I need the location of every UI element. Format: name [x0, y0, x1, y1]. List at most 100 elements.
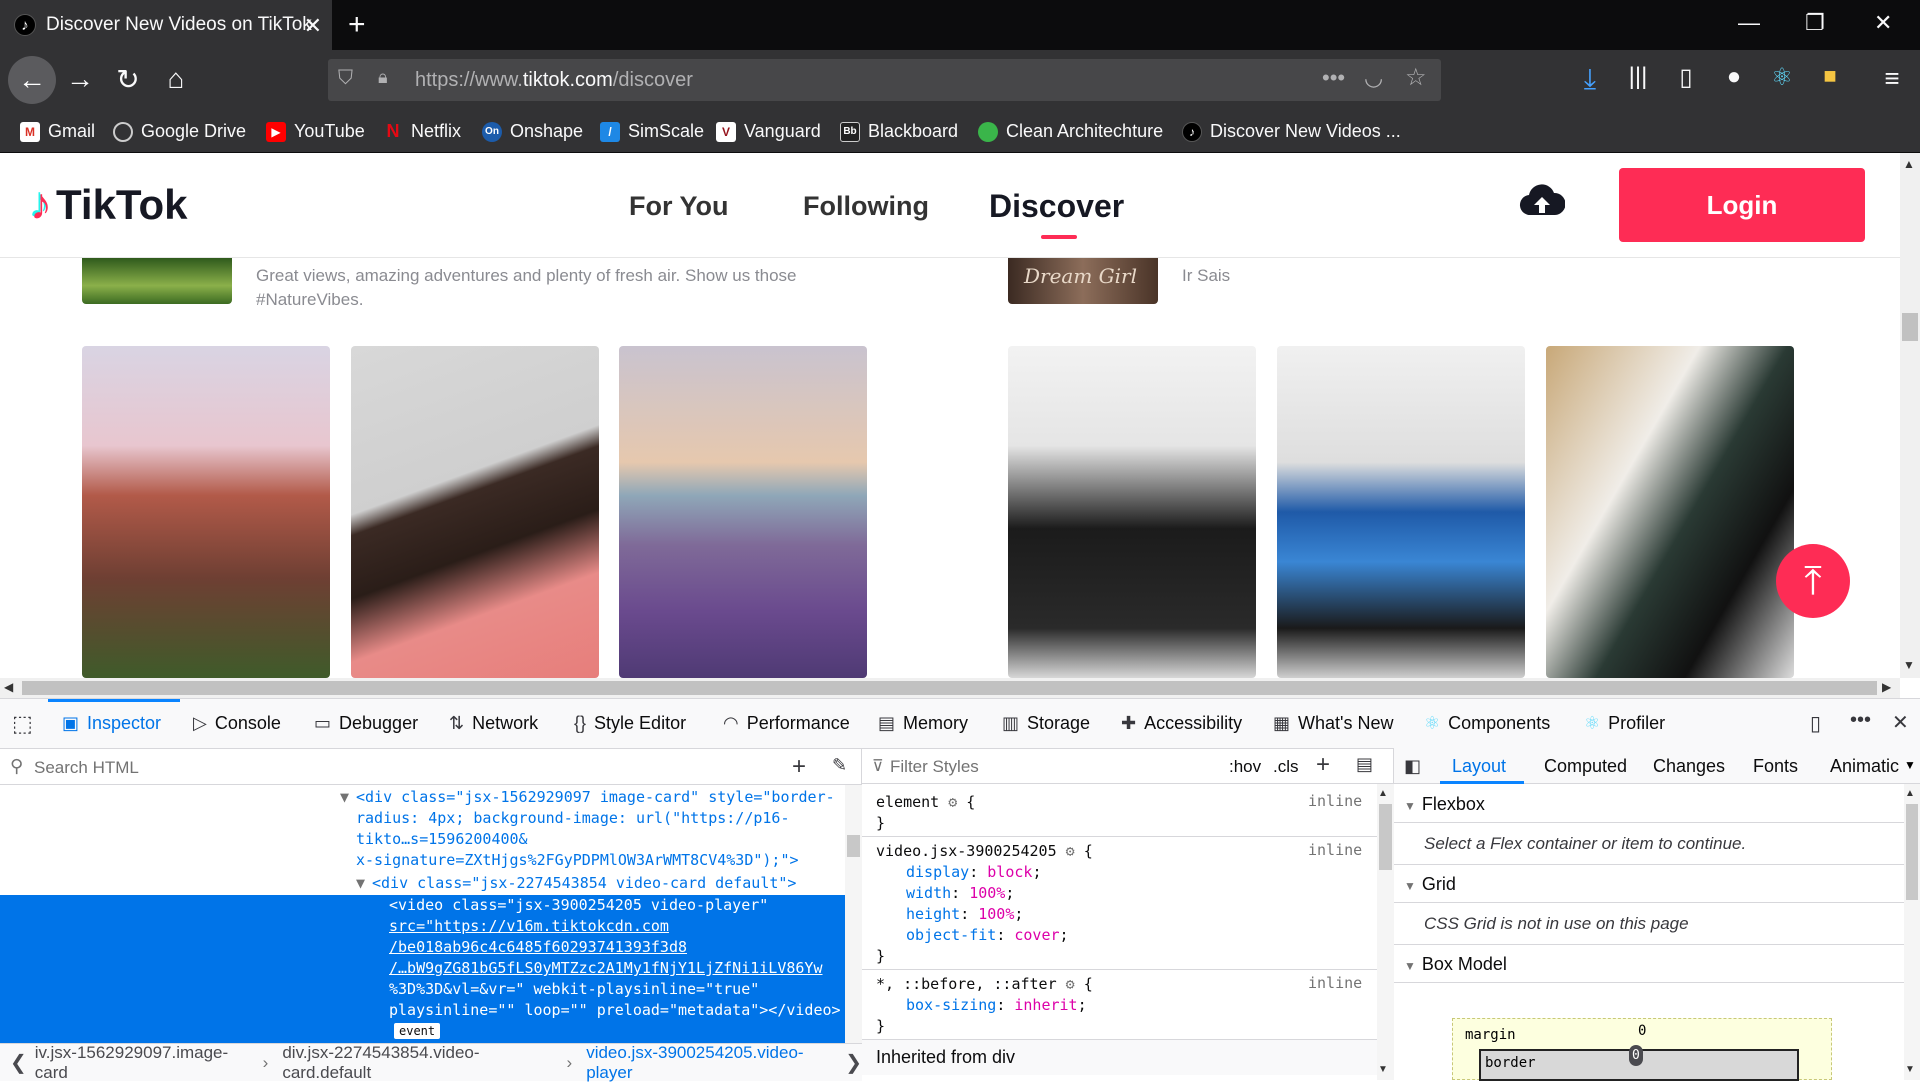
markup-scrollbar[interactable]	[845, 785, 862, 1043]
markup-line[interactable]: radius: 4px; background-image: url("http…	[356, 808, 789, 829]
close-window-button[interactable]: ✕	[1874, 10, 1892, 36]
search-html-input[interactable]: ⚲ Search HTML + ✎	[0, 749, 862, 785]
scroll-up-icon[interactable]: ▲	[1378, 788, 1388, 799]
reload-button[interactable]: ↻	[108, 63, 148, 96]
rule-video-selector[interactable]: video.jsx-3900254205 ⚙ {	[876, 841, 1093, 862]
react-devtools-icon[interactable]: ⚛	[1762, 63, 1802, 92]
scrollbar-thumb[interactable]	[22, 681, 1877, 695]
rules-scrollbar[interactable]: ▲ ▼	[1377, 784, 1394, 1080]
tab-fonts[interactable]: Fonts	[1753, 756, 1798, 777]
bookmark-google-drive[interactable]: Google Drive	[113, 121, 246, 142]
tab-animations[interactable]: Animatic	[1830, 756, 1899, 777]
css-declaration[interactable]: display: block;	[906, 862, 1041, 883]
breadcrumb-item[interactable]: video.jsx-3900254205.video-player	[586, 1043, 835, 1083]
tab-accessibility[interactable]: ✚ Accessibility	[1121, 713, 1242, 734]
tab-debugger[interactable]: ▭ Debugger	[314, 713, 418, 734]
selected-line[interactable]: /…bW9gZG81bG5fLS0yMTZzc2A1My1fNjY1LjZfNi…	[389, 958, 822, 979]
breadcrumb-right-icon[interactable]: ❯	[845, 1050, 862, 1075]
tab-inspector[interactable]: ▣ Inspector	[62, 713, 161, 734]
url-bar[interactable]: ⛉ 🔒︎ https://www.tiktok.com/discover •••…	[328, 59, 1441, 101]
page-horizontal-scrollbar[interactable]: ◀ ▶	[0, 678, 1900, 698]
selected-line[interactable]: src="https://v16m.tiktokcdn.com	[389, 916, 669, 937]
grid-section-header[interactable]: ▼ Grid	[1404, 874, 1456, 895]
pocket-icon[interactable]: ◡	[1364, 65, 1383, 91]
bookmark-tiktok-discover[interactable]: ♪ Discover New Videos ...	[1182, 121, 1401, 142]
tab-style-editor[interactable]: {} Style Editor	[574, 713, 686, 734]
toggle-pane-icon[interactable]: ◧	[1404, 756, 1421, 777]
scroll-up-icon[interactable]: ▲	[1903, 157, 1915, 171]
tab-computed[interactable]: Computed	[1544, 756, 1627, 777]
nav-following[interactable]: Following	[803, 191, 929, 222]
tab-components[interactable]: ⚛ Components	[1424, 713, 1550, 734]
breadcrumb-left-icon[interactable]: ❮	[10, 1050, 27, 1075]
breadcrumb-item[interactable]: div.jsx-2274543854.video-card.default	[282, 1043, 552, 1083]
add-node-icon[interactable]: +	[792, 753, 806, 781]
nav-for-you[interactable]: For You	[629, 191, 729, 222]
lock-icon[interactable]: 🔒︎	[378, 67, 388, 88]
border-top-value[interactable]: 0	[1629, 1045, 1643, 1066]
box-model-margin[interactable]: margin 0 border 0	[1452, 1018, 1832, 1081]
rule-element[interactable]: element ⚙ {	[876, 792, 975, 813]
forward-button[interactable]: →	[60, 63, 100, 95]
filter-styles-input[interactable]: ⊽ Filter Styles :hov .cls + ▤	[862, 748, 1394, 784]
video-card[interactable]	[1546, 346, 1794, 678]
video-card[interactable]	[82, 346, 330, 678]
scrollbar-thumb[interactable]	[1379, 804, 1392, 870]
home-button[interactable]: ⌂	[156, 63, 196, 95]
page-vertical-scrollbar[interactable]: ▲ ▼	[1900, 153, 1920, 678]
browser-tab[interactable]: ♪ Discover New Videos on TikTok ✕	[0, 0, 332, 50]
account-icon[interactable]: ●	[1714, 63, 1754, 91]
tab-layout[interactable]: Layout	[1452, 756, 1506, 777]
tab-changes[interactable]: Changes	[1653, 756, 1725, 777]
scrollbar-thumb[interactable]	[847, 835, 860, 857]
add-rule-icon[interactable]: +	[1316, 751, 1330, 779]
scroll-down-icon[interactable]: ▼	[1903, 658, 1915, 672]
sidebar-icon[interactable]: ▯	[1666, 63, 1706, 92]
extension-icon[interactable]: ■	[1810, 63, 1850, 89]
close-tab-icon[interactable]: ✕	[304, 13, 322, 39]
new-tab-button[interactable]: +	[348, 8, 366, 42]
restore-button[interactable]: ❐	[1805, 10, 1825, 36]
bookmark-gmail[interactable]: M Gmail	[20, 121, 95, 142]
print-media-icon[interactable]: ▤	[1356, 754, 1373, 775]
music-cover-thumbnail[interactable]: Dream Girl	[1008, 258, 1158, 304]
bookmark-simscale[interactable]: / SimScale	[600, 121, 704, 142]
tab-whats-new[interactable]: ▦ What's New	[1273, 713, 1393, 734]
login-button[interactable]: Login	[1619, 168, 1865, 242]
gear-icon[interactable]: ⚙	[948, 793, 957, 811]
upload-cloud-icon[interactable]	[1519, 183, 1566, 224]
selected-line[interactable]: /be018ab96c4c6485f60293741393f3d8	[389, 937, 687, 958]
scroll-down-icon[interactable]: ▼	[1905, 1064, 1915, 1075]
css-declaration[interactable]: object-fit: cover;	[906, 925, 1069, 946]
eyedropper-icon[interactable]: ✎	[832, 755, 847, 776]
hashtag-thumbnail[interactable]	[82, 258, 232, 304]
bookmark-netflix[interactable]: N Netflix	[383, 121, 462, 142]
downloads-icon[interactable]: ⤓	[1570, 63, 1610, 96]
gear-icon[interactable]: ⚙	[1066, 842, 1075, 860]
tab-storage[interactable]: ▥ Storage	[1002, 713, 1090, 734]
scroll-left-icon[interactable]: ◀	[4, 680, 13, 694]
hover-toggle[interactable]: :hov	[1229, 757, 1261, 777]
nav-discover[interactable]: Discover	[989, 188, 1124, 225]
css-declaration[interactable]: box-sizing: inherit;	[906, 995, 1087, 1016]
bookmark-vanguard[interactable]: V Vanguard	[716, 121, 821, 142]
video-card[interactable]	[1277, 346, 1525, 678]
video-card[interactable]	[351, 346, 599, 678]
expand-triangle-icon[interactable]: ▼	[340, 787, 349, 808]
shield-icon[interactable]: ⛉	[338, 67, 353, 90]
scrollbar-thumb[interactable]	[1906, 804, 1918, 900]
class-toggle[interactable]: .cls	[1273, 757, 1299, 777]
dock-icon[interactable]: ▯	[1810, 711, 1821, 736]
minimize-button[interactable]: —	[1738, 10, 1760, 36]
scroll-right-icon[interactable]: ▶	[1882, 680, 1891, 694]
tab-profiler[interactable]: ⚛ Profiler	[1584, 713, 1665, 734]
box-model-border[interactable]: border 0	[1479, 1045, 1799, 1081]
library-icon[interactable]: |||	[1618, 63, 1658, 91]
markup-line[interactable]: x-signature=ZXtHjgs%2FGyPDPMlOW3ArWMT8CV…	[356, 850, 799, 871]
menu-icon[interactable]: ≡	[1872, 63, 1912, 94]
markup-line[interactable]: <div class="jsx-2274543854 video-card de…	[372, 873, 796, 894]
selected-node[interactable]: <video class="jsx-3900254205 video-playe…	[0, 895, 845, 1045]
expand-triangle-icon[interactable]: ▼	[356, 873, 365, 894]
back-button[interactable]: ←	[8, 56, 56, 104]
tab-console[interactable]: ▷ Console	[193, 713, 281, 734]
